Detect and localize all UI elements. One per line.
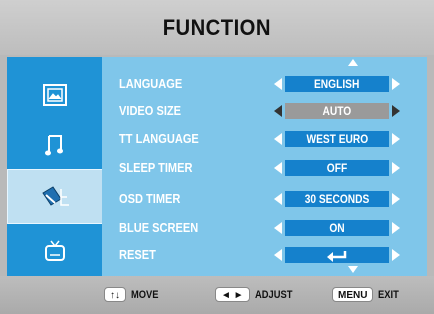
arrow-left-icon[interactable]: [274, 193, 282, 205]
value-box[interactable]: ON: [285, 220, 389, 236]
row-label: SLEEP TIMER: [119, 160, 193, 175]
footer-hints: ↑↓ MOVE ◄ ► ADJUST MENU EXIT: [0, 276, 434, 314]
function-tools-icon: [41, 185, 69, 206]
menu-row-video-size[interactable]: VIDEO SIZE AUTO: [102, 98, 427, 124]
menu-title: FUNCTION: [162, 14, 272, 40]
scroll-down-icon[interactable]: [348, 266, 358, 273]
music-note-icon: [44, 134, 63, 155]
menu-row-tt-language[interactable]: TT LANGUAGE WEST EURO: [102, 126, 427, 152]
value-box[interactable]: [285, 247, 389, 263]
picture-icon: [42, 83, 67, 106]
menu-row-osd-timer[interactable]: OSD TIMER 30 SECONDS: [102, 186, 427, 212]
arrow-left-icon[interactable]: [274, 249, 282, 261]
menu-key: MENU: [332, 287, 374, 302]
row-label: LANGUAGE: [119, 76, 183, 91]
row-label: RESET: [119, 247, 156, 262]
adjust-label: ADJUST: [254, 288, 292, 301]
sidebar-item-audio[interactable]: [7, 117, 102, 172]
arrow-right-icon[interactable]: [392, 78, 400, 90]
tv-icon: [44, 240, 65, 261]
scroll-up-icon[interactable]: [348, 59, 358, 66]
updown-key: ↑↓: [104, 287, 126, 302]
menu-row-reset[interactable]: RESET: [102, 242, 427, 268]
arrow-left-icon[interactable]: [274, 133, 282, 145]
sidebar: [7, 57, 104, 278]
sidebar-item-function[interactable]: [7, 169, 104, 224]
exit-label: EXIT: [378, 288, 400, 301]
move-label: MOVE: [131, 288, 159, 301]
exit-hint: MENU EXIT: [332, 287, 403, 302]
menu-content: LANGUAGE ENGLISH VIDEO SIZE AUTO TT LANG…: [102, 57, 427, 276]
arrow-right-icon[interactable]: [392, 105, 400, 117]
menu-row-language[interactable]: LANGUAGE ENGLISH: [102, 71, 427, 97]
arrow-right-icon[interactable]: [392, 133, 400, 145]
row-label: OSD TIMER: [119, 191, 181, 206]
arrow-left-icon[interactable]: [274, 105, 282, 117]
arrow-right-icon[interactable]: [392, 222, 400, 234]
arrow-left-icon[interactable]: [274, 222, 282, 234]
value-box[interactable]: OFF: [285, 160, 389, 176]
value-box[interactable]: WEST EURO: [285, 131, 389, 147]
menu-row-sleep-timer[interactable]: SLEEP TIMER OFF: [102, 155, 427, 181]
row-label: BLUE SCREEN: [119, 220, 199, 235]
menu-row-blue-screen[interactable]: BLUE SCREEN ON: [102, 215, 427, 241]
value-box[interactable]: AUTO: [285, 103, 389, 119]
row-label: TT LANGUAGE: [119, 131, 199, 146]
value-box[interactable]: ENGLISH: [285, 76, 389, 92]
value-box[interactable]: 30 SECONDS: [285, 191, 389, 207]
arrow-right-icon[interactable]: [392, 249, 400, 261]
move-hint: ↑↓ MOVE: [104, 287, 163, 302]
arrow-right-icon[interactable]: [392, 193, 400, 205]
leftright-key: ◄ ►: [215, 287, 250, 302]
menu-header: FUNCTION: [0, 0, 434, 55]
adjust-hint: ◄ ► ADJUST: [215, 287, 299, 302]
arrow-left-icon[interactable]: [274, 78, 282, 90]
sidebar-item-tv[interactable]: [7, 223, 102, 278]
row-label: VIDEO SIZE: [119, 103, 182, 118]
arrow-left-icon[interactable]: [274, 162, 282, 174]
enter-icon: [327, 250, 347, 262]
arrow-right-icon[interactable]: [392, 162, 400, 174]
sidebar-item-picture[interactable]: [7, 67, 102, 122]
